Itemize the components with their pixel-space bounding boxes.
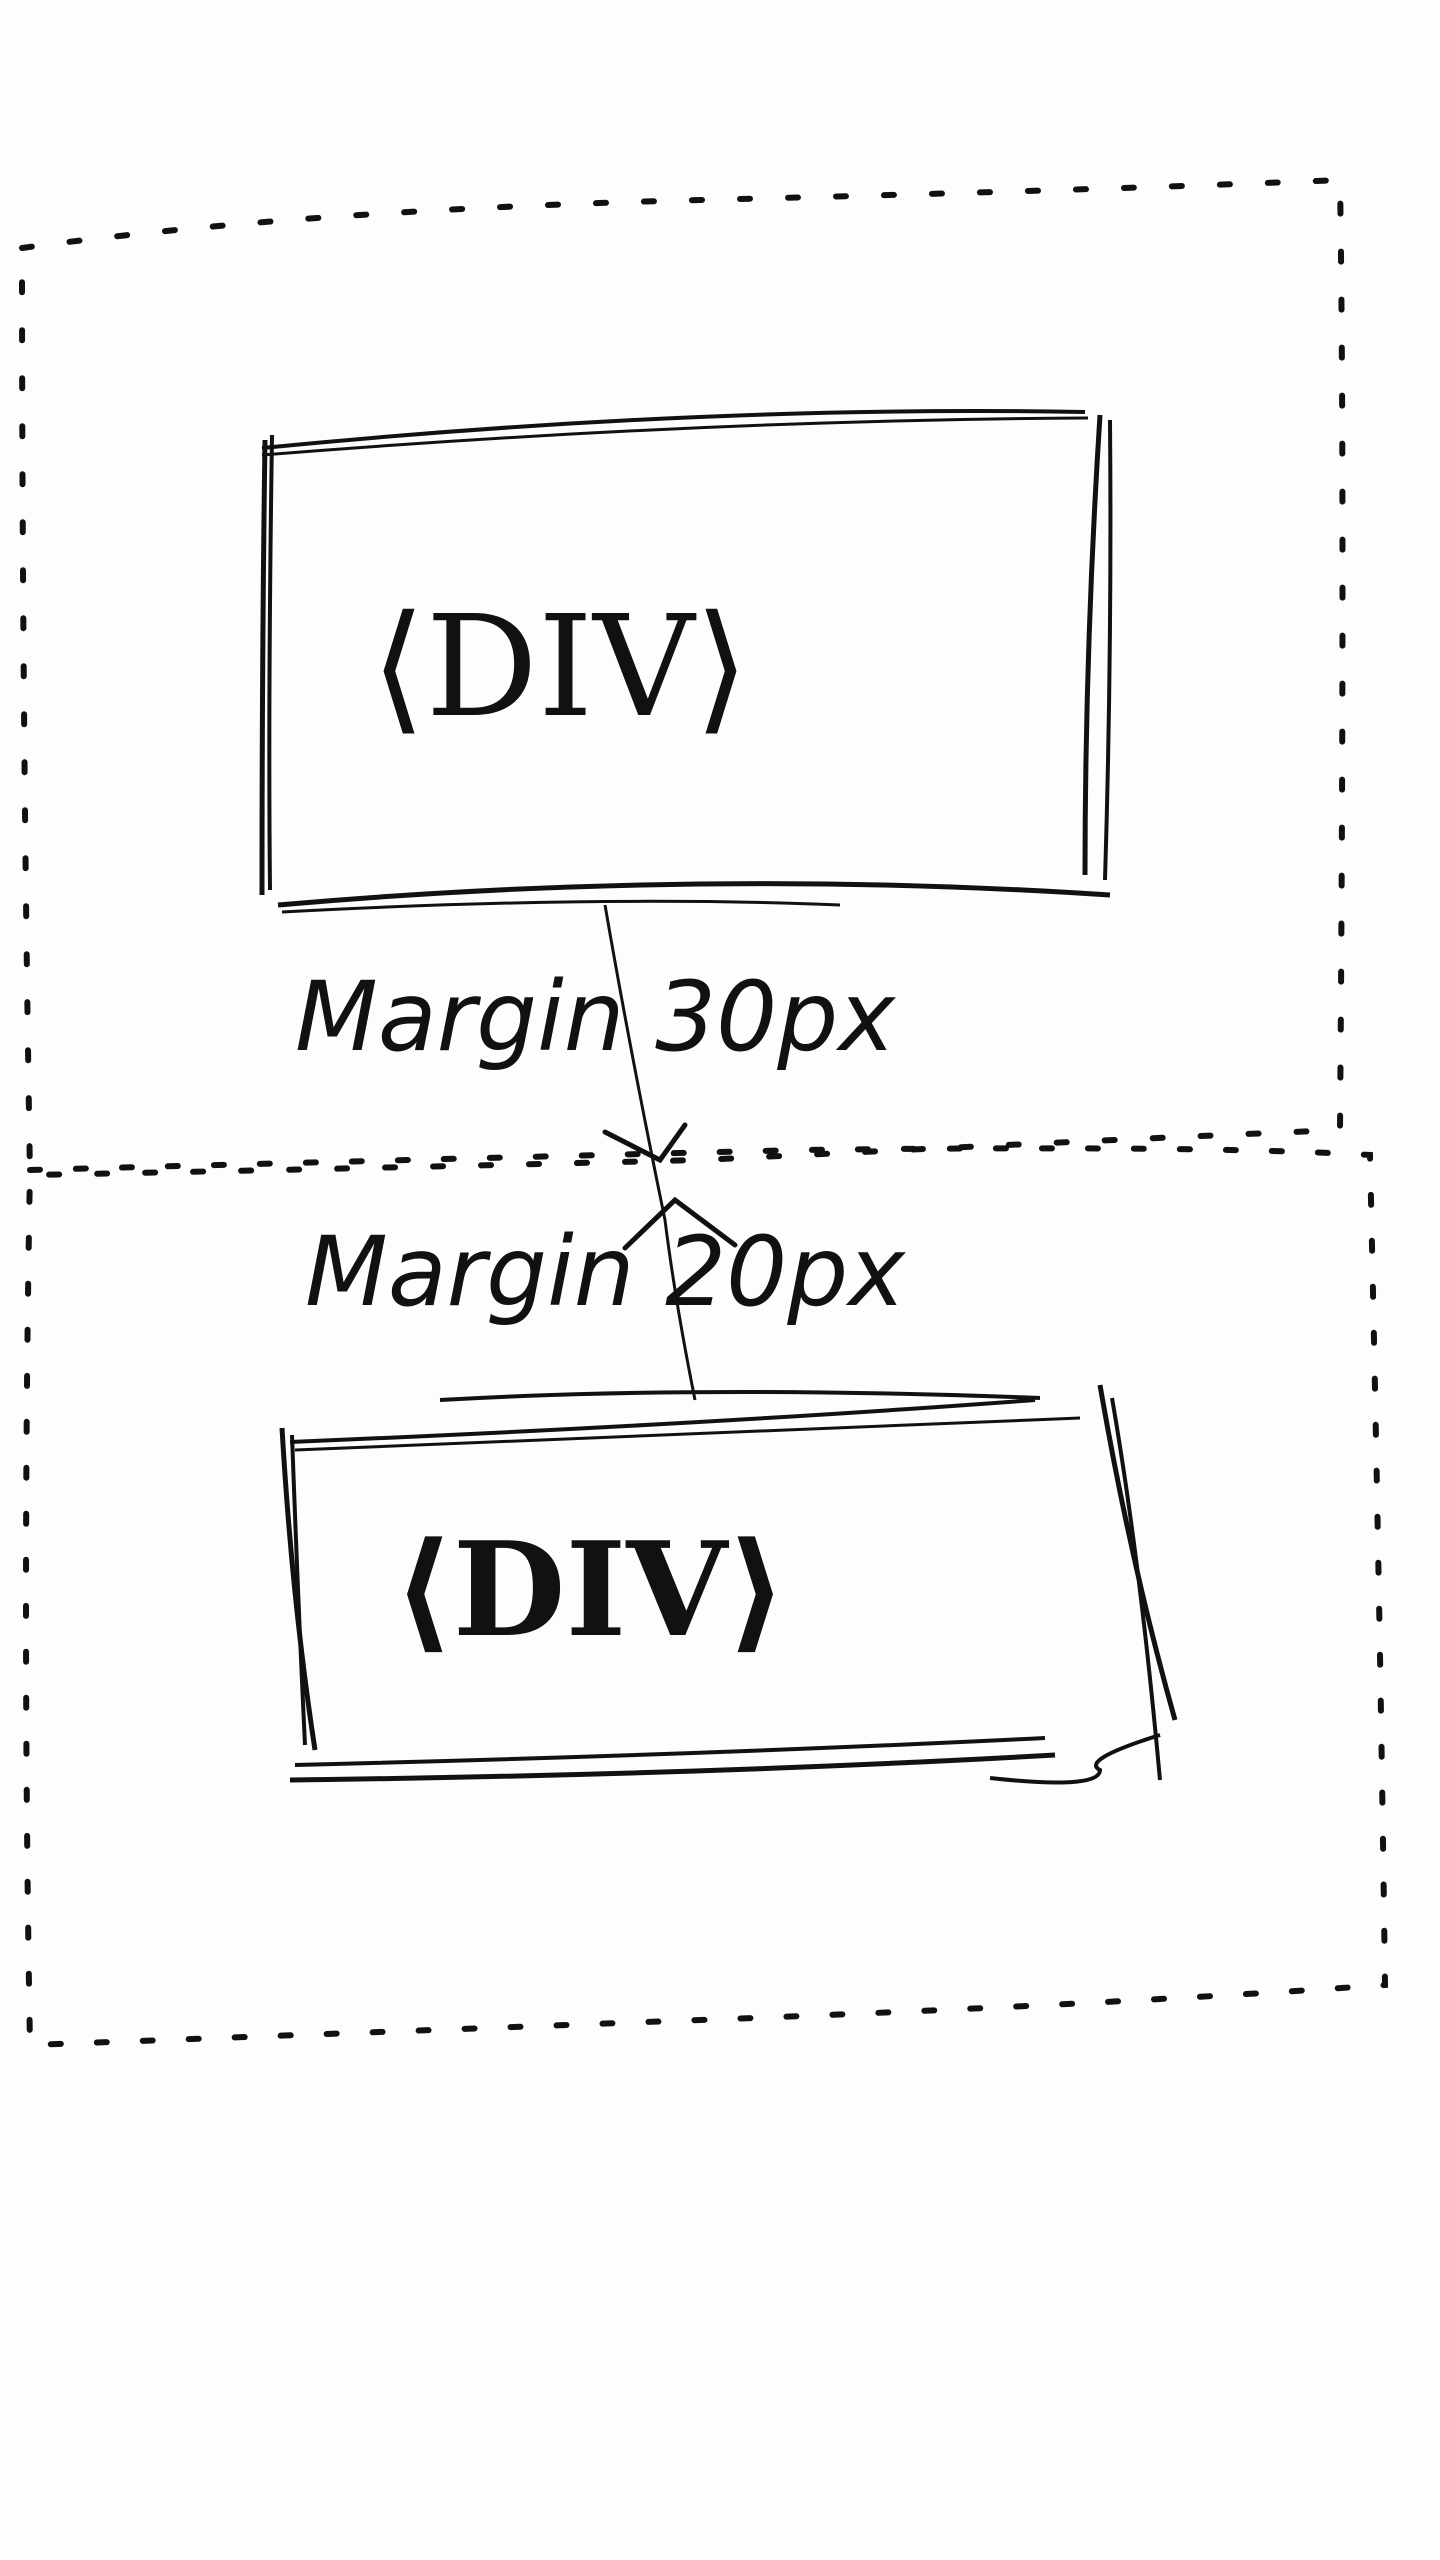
margin-30px-label: Margin 30px — [295, 961, 896, 1073]
top-div-label: ⟨DIV⟩ — [371, 586, 749, 749]
bottom-div-box: ⟨DIV⟩ — [279, 1384, 1178, 1785]
margin-20px-label: Margin 20px — [305, 1216, 906, 1328]
margin-collapse-sketch: ⟨DIV⟩ ⟨DIV⟩ Margin 30px Margin 20px — [18, 176, 1389, 2049]
top-div-box: ⟨DIV⟩ — [259, 409, 1113, 914]
bottom-div-label: ⟨DIV⟩ — [393, 1513, 786, 1666]
